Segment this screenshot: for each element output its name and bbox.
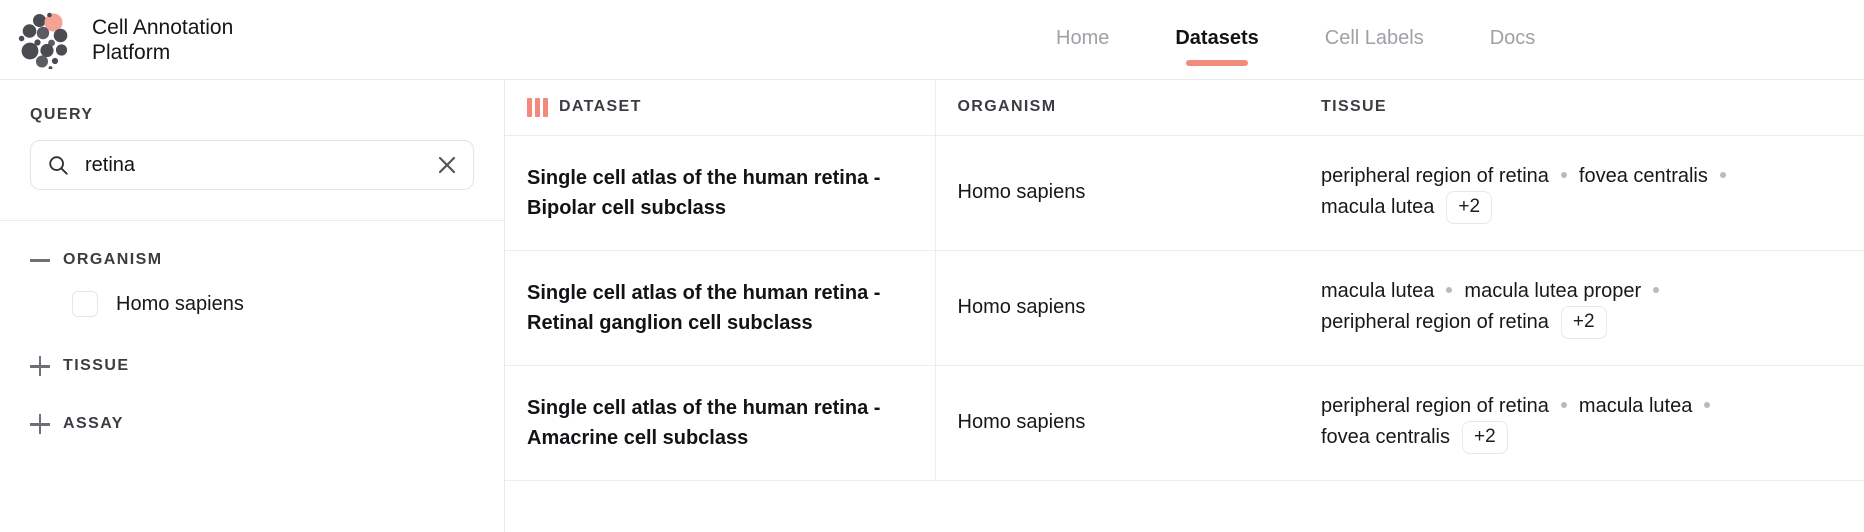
column-header-tissue[interactable]: TISSUE: [1299, 80, 1864, 136]
main-nav: Home Datasets Cell Labels Docs: [1056, 0, 1535, 80]
tissue-more-badge[interactable]: +2: [1446, 191, 1493, 224]
column-header-dataset-label: DATASET: [559, 98, 642, 116]
app-body: QUERY retina ORGANISM Homo sapiens TISSU…: [0, 80, 1864, 532]
dataset-title-link[interactable]: Single cell atlas of the human retina - …: [527, 393, 911, 453]
column-header-organism-label: ORGANISM: [957, 98, 1057, 116]
organism-value: Homo sapiens: [957, 181, 1086, 203]
checkbox-homo-sapiens[interactable]: [72, 291, 98, 317]
tissue-more-badge[interactable]: +2: [1461, 421, 1508, 454]
table-body: Single cell atlas of the human retina - …: [505, 135, 1864, 481]
filters-sidebar: QUERY retina ORGANISM Homo sapiens TISSU…: [0, 80, 505, 532]
tissue-item: fovea centralis: [1321, 425, 1450, 448]
tissue-item: macula lutea: [1321, 280, 1435, 302]
app-header: Cell Annotation Platform Home Datasets C…: [0, 0, 1864, 80]
datasets-table-region: DATASET ORGANISM TISSUE Single cell atla…: [505, 80, 1864, 532]
plus-icon: [30, 356, 50, 376]
table-header-row: DATASET ORGANISM TISSUE: [505, 80, 1864, 136]
cell-organism: Homo sapiens: [934, 135, 1299, 251]
cell-tissue: peripheral region of retina macula lutea f…: [1299, 365, 1864, 481]
facet-organism: ORGANISM Homo sapiens: [0, 243, 504, 317]
tissue-list: peripheral region of retina macula lutea f…: [1321, 391, 1840, 454]
facet-assay: ASSAY: [0, 407, 504, 441]
search-icon: [49, 156, 68, 175]
dataset-title-link[interactable]: Single cell atlas of the human retina - …: [527, 163, 911, 223]
table-row[interactable]: Single cell atlas of the human retina - …: [505, 365, 1864, 481]
datasets-table: DATASET ORGANISM TISSUE Single cell atla…: [505, 80, 1864, 481]
tissue-list: macula lutea macula lutea proper periphera…: [1321, 276, 1840, 339]
tissue-item: macula lutea: [1578, 395, 1693, 417]
plus-icon: [30, 414, 50, 434]
facet-tissue: TISSUE: [0, 349, 504, 383]
cell-organism: Homo sapiens: [934, 250, 1299, 366]
separator-dot-icon: [1560, 401, 1567, 408]
tissue-more-badge[interactable]: +2: [1560, 306, 1607, 339]
facet-assay-header[interactable]: ASSAY: [30, 407, 474, 441]
separator-dot-icon: [1653, 286, 1660, 293]
tissue-item: peripheral region of retina: [1321, 310, 1549, 333]
app-root: Cell Annotation Platform Home Datasets C…: [0, 0, 1864, 532]
tissue-item: peripheral region of retina: [1321, 165, 1549, 187]
table-row[interactable]: Single cell atlas of the human retina - …: [505, 135, 1864, 251]
dataset-title-link[interactable]: Single cell atlas of the human retina - …: [527, 278, 911, 338]
cell-dataset: Single cell atlas of the human retina - …: [505, 135, 935, 251]
cell-cluster-logo-icon: [18, 12, 68, 69]
organism-value: Homo sapiens: [957, 411, 1086, 433]
facet-tissue-header[interactable]: TISSUE: [30, 349, 474, 383]
facet-assay-title: ASSAY: [63, 415, 124, 432]
facet-option-label: Homo sapiens: [116, 292, 244, 315]
separator-dot-icon: [1719, 171, 1726, 178]
table-header: DATASET ORGANISM TISSUE: [505, 80, 1864, 136]
search-wrapper: [30, 140, 474, 190]
close-icon: [438, 156, 456, 174]
cell-dataset: Single cell atlas of the human retina - …: [505, 250, 935, 366]
tissue-list: peripheral region of retina fovea central…: [1321, 161, 1840, 224]
clear-search-button[interactable]: [433, 151, 461, 179]
separator-dot-icon: [1704, 401, 1711, 408]
sidebar-divider: [0, 220, 504, 221]
nav-item-cell-labels[interactable]: Cell Labels: [1325, 27, 1424, 54]
facet-organism-options: Homo sapiens: [30, 277, 474, 317]
organism-value: Homo sapiens: [957, 296, 1086, 318]
tissue-item: macula lutea: [1321, 195, 1435, 218]
facet-organism-header[interactable]: ORGANISM: [30, 243, 474, 277]
search-box[interactable]: [30, 140, 474, 190]
column-header-tissue-label: TISSUE: [1321, 98, 1387, 116]
nav-item-datasets[interactable]: Datasets: [1175, 27, 1258, 54]
cell-dataset: Single cell atlas of the human retina - …: [505, 365, 935, 481]
search-input[interactable]: [69, 153, 433, 177]
tissue-item: peripheral region of retina: [1321, 395, 1549, 417]
table-row[interactable]: Single cell atlas of the human retina - …: [505, 250, 1864, 366]
facet-tissue-title: TISSUE: [63, 357, 130, 374]
tissue-item: macula lutea proper: [1464, 280, 1642, 302]
facet-option-homo-sapiens[interactable]: Homo sapiens: [72, 291, 474, 317]
brand-name: Cell Annotation Platform: [92, 15, 234, 64]
separator-dot-icon: [1560, 171, 1567, 178]
query-section: QUERY: [0, 106, 504, 190]
query-label: QUERY: [30, 106, 94, 123]
brand[interactable]: Cell Annotation Platform: [18, 11, 282, 69]
tissue-item: fovea centralis: [1578, 165, 1708, 187]
minus-icon: [30, 250, 50, 270]
nav-item-docs[interactable]: Docs: [1490, 27, 1536, 54]
facet-organism-title: ORGANISM: [63, 251, 163, 268]
cell-tissue: macula lutea macula lutea proper periphera…: [1299, 250, 1864, 366]
column-header-organism[interactable]: ORGANISM: [934, 80, 1299, 136]
columns-icon: [527, 97, 548, 117]
column-header-dataset[interactable]: DATASET: [505, 80, 935, 136]
cell-organism: Homo sapiens: [934, 365, 1299, 481]
nav-item-home[interactable]: Home: [1056, 27, 1109, 54]
separator-dot-icon: [1446, 286, 1453, 293]
cell-tissue: peripheral region of retina fovea central…: [1299, 135, 1864, 251]
